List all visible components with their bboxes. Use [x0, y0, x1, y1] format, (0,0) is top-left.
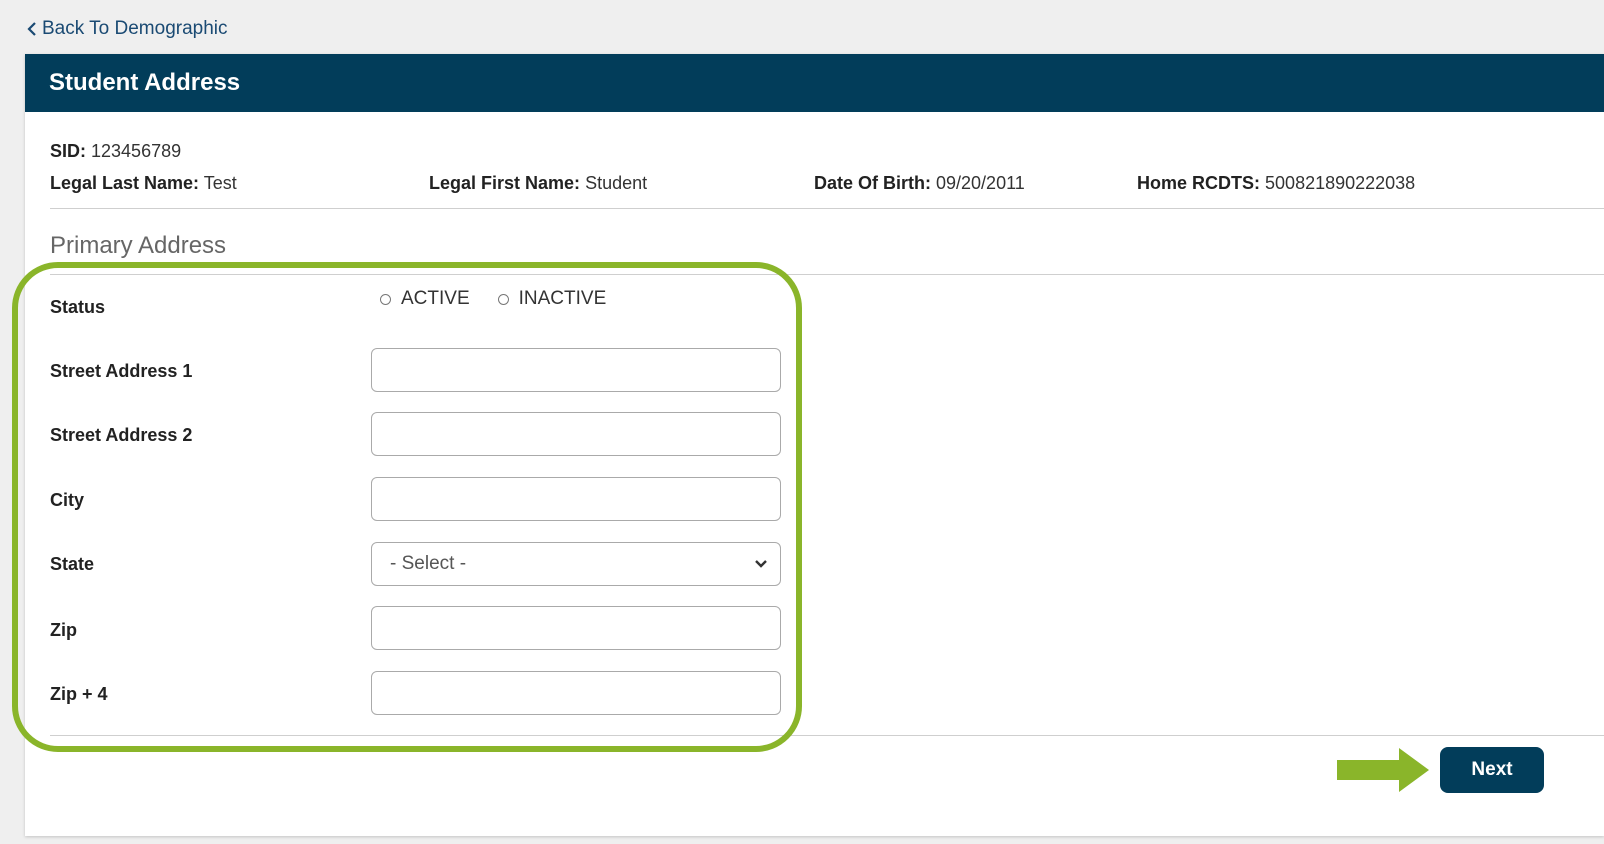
dob-value: 09/20/2011: [936, 173, 1025, 193]
back-to-demographic-link[interactable]: Back To Demographic: [26, 18, 228, 40]
city-label: City: [50, 490, 85, 510]
status-active-label: ACTIVE: [401, 288, 470, 309]
state-select[interactable]: - Select -: [371, 542, 781, 586]
zip-plus-4-input[interactable]: [371, 671, 781, 715]
rcdts-info: Home RCDTS: 500821890222038: [1137, 173, 1415, 194]
first-name-info: Legal First Name: Student: [429, 173, 647, 194]
radio-circle[interactable]: [380, 293, 391, 305]
radio-circle[interactable]: [497, 293, 509, 305]
status-inactive-radio[interactable]: INACTIVE: [497, 288, 607, 310]
zip-plus-4-label: Zip + 4: [50, 684, 108, 704]
street-address-1-label: Street Address 1: [50, 361, 193, 381]
dob-info: Date Of Birth: 09/20/2011: [814, 173, 1025, 194]
last-name-value: Test: [203, 173, 237, 193]
chevron-left-icon: [27, 22, 36, 36]
status-active-radio[interactable]: ACTIVE: [380, 288, 470, 310]
sid-label: SID:: [50, 141, 86, 161]
status-inactive-label: INACTIVE: [518, 288, 607, 309]
section-divider: [50, 274, 1604, 275]
panel-title: Student Address: [49, 69, 241, 96]
student-address-panel: Student Address SID: 123456789 Legal Las…: [25, 54, 1604, 836]
panel-header: Student Address: [25, 54, 1604, 112]
footer-divider: [50, 735, 1604, 736]
zip-label: Zip: [50, 620, 77, 640]
status-label: Status: [50, 297, 106, 317]
section-title: Primary Address: [50, 232, 227, 259]
dob-label: Date Of Birth:: [814, 173, 931, 193]
sid-value: 123456789: [91, 141, 182, 161]
status-radio-group: ACTIVE INACTIVE: [380, 288, 606, 310]
rcdts-value: 500821890222038: [1265, 173, 1416, 193]
next-button[interactable]: Next: [1440, 747, 1544, 793]
city-input[interactable]: [371, 477, 781, 521]
street-address-2-input[interactable]: [371, 412, 781, 456]
sid-info: SID: 123456789: [50, 141, 181, 162]
state-label: State: [50, 554, 95, 574]
first-name-value: Student: [585, 173, 648, 193]
chevron-down-icon: [755, 560, 767, 568]
last-name-info: Legal Last Name: Test: [50, 173, 237, 194]
last-name-label: Legal Last Name:: [50, 173, 200, 193]
rcdts-label: Home RCDTS:: [1137, 173, 1261, 193]
street-address-1-input[interactable]: [371, 348, 781, 392]
street-address-2-label: Street Address 2: [50, 425, 193, 445]
back-link-label: Back To Demographic: [42, 18, 228, 39]
first-name-label: Legal First Name:: [429, 173, 581, 193]
info-divider: [50, 208, 1604, 209]
state-select-value: - Select -: [390, 553, 467, 574]
arrow-right-icon: [1337, 748, 1429, 792]
zip-input[interactable]: [371, 606, 781, 650]
